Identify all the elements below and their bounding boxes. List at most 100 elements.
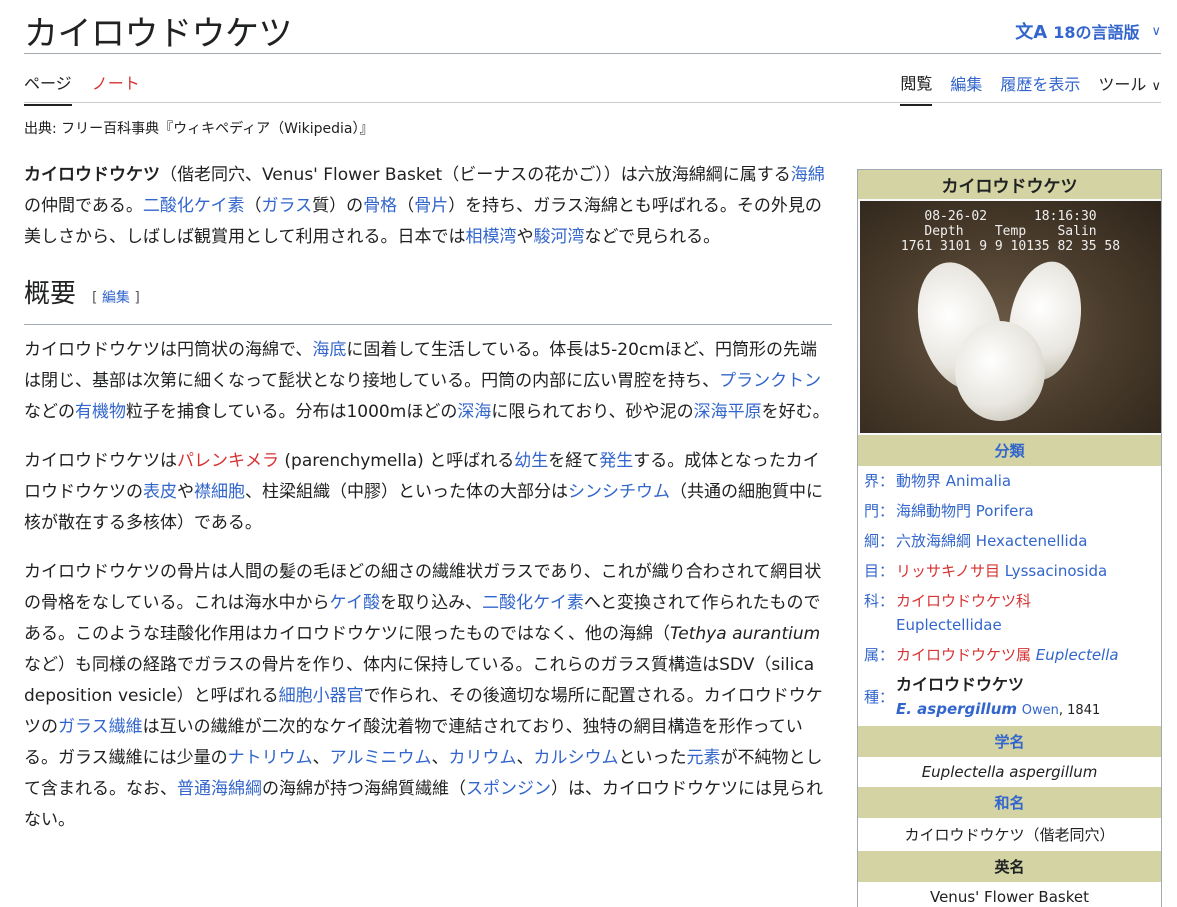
link-potassium[interactable]: カリウム bbox=[449, 748, 517, 768]
link-spicule[interactable]: 骨片 bbox=[414, 196, 448, 216]
rank-name-link[interactable]: 海綿動物門 bbox=[896, 502, 971, 520]
rank-value: 海綿動物門 Porifera bbox=[896, 499, 1155, 523]
tab-tools[interactable]: ツール ∨ bbox=[1098, 71, 1161, 105]
hud-line: 1761 3101 9 9 10135 82 35 58 bbox=[900, 239, 1121, 254]
link-suruga-bay[interactable]: 駿河湾 bbox=[534, 227, 585, 247]
rank-name-link[interactable]: カイロウドウケツ属 bbox=[896, 646, 1031, 664]
photo-hud: 08-26-02 18:16:30 Depth Temp Salin 1761 31… bbox=[860, 209, 1161, 254]
text: といった bbox=[618, 748, 687, 768]
link-aluminium[interactable]: アルミニウム bbox=[330, 748, 432, 768]
article-body: カイロウドウケツ（偕老同穴、Venus' Flower Basket（ビーナスの… bbox=[24, 160, 832, 854]
rank-sci-link[interactable]: Animalia bbox=[946, 472, 1011, 490]
hud-line: Depth Temp Salin bbox=[924, 224, 1097, 239]
link-seafloor[interactable]: 海底 bbox=[312, 340, 346, 360]
text: (parenchymella) と呼ばれる bbox=[279, 451, 515, 471]
text: を好む。 bbox=[761, 402, 830, 422]
translate-icon: 文A bbox=[1015, 22, 1048, 43]
text: 、 bbox=[431, 748, 449, 768]
link-silica-2[interactable]: 二酸化ケイ素 bbox=[482, 593, 584, 613]
rank-key: 種： bbox=[864, 688, 895, 706]
intro-bold-title: カイロウドウケツ bbox=[24, 165, 160, 185]
text: などで見られる。 bbox=[584, 227, 721, 247]
link-glass[interactable]: ガラス bbox=[262, 196, 313, 216]
link-sponge[interactable]: 海綿 bbox=[791, 165, 825, 185]
rank-key: 綱： bbox=[864, 532, 895, 550]
text: の海綿が持つ海綿質繊維（ bbox=[262, 779, 466, 799]
link-calcium[interactable]: カルシウム bbox=[534, 748, 619, 768]
text: （ bbox=[397, 196, 415, 216]
specimen-photo[interactable]: 08-26-02 18:16:30 Depth Temp Salin 1761 31… bbox=[860, 201, 1161, 433]
rank-name-link[interactable]: 動物界 bbox=[896, 472, 941, 490]
wamei-header[interactable]: 和名 bbox=[858, 787, 1161, 818]
link-choanocyte[interactable]: 襟細胞 bbox=[194, 482, 245, 502]
section-edit-link[interactable]: 編集 bbox=[102, 290, 130, 306]
language-button[interactable]: 文A 18の言語版 ∨ bbox=[1015, 18, 1161, 44]
taxobox-image-wrap: 08-26-02 18:16:30 Depth Temp Salin 1761 31… bbox=[858, 199, 1161, 435]
rank-key: 界： bbox=[864, 472, 895, 490]
overview-paragraph-1: カイロウドウケツは円筒状の海綿で、海底に固着して生活している。体長は5-20cm… bbox=[24, 335, 832, 428]
link-organelle[interactable]: 細胞小器官 bbox=[279, 686, 364, 706]
tab-talk[interactable]: ノート bbox=[92, 70, 140, 106]
rank-name-link[interactable]: カイロウドウケツ科 bbox=[896, 592, 1031, 610]
rank-sci-link[interactable]: Hexactenellida bbox=[976, 532, 1088, 550]
tabs-divider bbox=[24, 102, 1161, 103]
link-deep-sea[interactable]: 深海 bbox=[457, 402, 491, 422]
classification-ranks: 界： 動物界 Animalia 門： 海綿動物門 Porifera 綱： 六放海綿綱 He… bbox=[858, 466, 1161, 670]
text: に限られており、砂や泥の bbox=[491, 402, 694, 422]
rank-row: 科： カイロウドウケツ科 Euplectellidae bbox=[858, 586, 1161, 640]
text: や bbox=[516, 227, 534, 247]
link-syncytium[interactable]: シンシチウム bbox=[568, 482, 670, 502]
taxobox: カイロウドウケツ 08-26-02 18:16:30 Depth Temp Sal… bbox=[857, 169, 1162, 907]
sciname-value: Euplectella aspergillum bbox=[858, 757, 1161, 787]
text: 質）の bbox=[312, 196, 364, 216]
link-parenchymella[interactable]: パレンキメラ bbox=[177, 451, 279, 471]
link-epidermis[interactable]: 表皮 bbox=[143, 482, 177, 502]
tab-edit[interactable]: 編集 bbox=[950, 71, 982, 105]
rank-species: 種： カイロウドウケツ E. aspergillum Owen, 1841 bbox=[858, 670, 1161, 726]
rank-sci-link[interactable]: Euplectella bbox=[1036, 646, 1119, 664]
view-tabs: 閲覧 編集 履歴を表示 ツール ∨ bbox=[900, 70, 1161, 106]
link-sodium[interactable]: ナトリウム bbox=[228, 748, 313, 768]
species-sci-link[interactable]: E. aspergillum bbox=[896, 700, 1017, 718]
link-demospongiae[interactable]: 普通海綿綱 bbox=[177, 779, 262, 799]
rank-value: リッサキノサ目 Lyssacinosida bbox=[896, 559, 1155, 583]
text: や bbox=[177, 482, 194, 502]
link-development[interactable]: 発生 bbox=[599, 451, 633, 471]
title-divider bbox=[24, 53, 1161, 54]
rank-key: 目： bbox=[864, 562, 895, 580]
link-element[interactable]: 元素 bbox=[687, 748, 721, 768]
link-silica[interactable]: 二酸化ケイ素 bbox=[143, 196, 245, 216]
rank-row: 属： カイロウドウケツ属 Euplectella bbox=[858, 640, 1161, 670]
text: 、 bbox=[312, 748, 330, 768]
tab-read[interactable]: 閲覧 bbox=[900, 70, 933, 106]
tab-tools-label: ツール bbox=[1098, 75, 1147, 94]
link-glass-fiber[interactable]: ガラス繊維 bbox=[58, 717, 143, 737]
rank-sci-link[interactable]: Euplectellidae bbox=[896, 616, 1002, 634]
tab-history[interactable]: 履歴を表示 bbox=[1000, 71, 1080, 105]
link-larva[interactable]: 幼生 bbox=[514, 451, 548, 471]
classification-header[interactable]: 分類 bbox=[858, 435, 1161, 466]
link-spongin[interactable]: スポンジン bbox=[466, 779, 551, 799]
species-author-link[interactable]: Owen bbox=[1022, 703, 1059, 718]
hud-line: 08-26-02 18:16:30 bbox=[924, 209, 1097, 224]
link-organic[interactable]: 有機物 bbox=[75, 402, 126, 422]
namespace-tabs: ページ ノート bbox=[24, 70, 140, 106]
rank-name-link[interactable]: リッサキノサ目 bbox=[896, 562, 1000, 580]
rank-sci-link[interactable]: Porifera bbox=[976, 502, 1034, 520]
link-sagami-bay[interactable]: 相模湾 bbox=[466, 227, 517, 247]
link-abyssal-plain[interactable]: 深海平原 bbox=[694, 402, 762, 422]
text: 、柱梁組織（中膠）といった体の大部分は bbox=[245, 482, 568, 502]
overview-paragraph-3: カイロウドウケツの骨片は人間の髪の毛ほどの細さの繊維状ガラスであり、これが織り合… bbox=[24, 557, 832, 836]
tab-page[interactable]: ページ bbox=[24, 70, 72, 106]
link-silicic-acid[interactable]: ケイ酸 bbox=[330, 593, 381, 613]
page-title: カイロウドウケツ bbox=[24, 14, 293, 54]
chevron-down-icon: ∨ bbox=[1151, 79, 1161, 94]
sciname-header[interactable]: 学名 bbox=[858, 726, 1161, 757]
link-skeleton[interactable]: 骨格 bbox=[363, 196, 397, 216]
rank-key: 科： bbox=[864, 592, 895, 610]
wamei-value: カイロウドウケツ（偕老同穴） bbox=[858, 818, 1161, 851]
rank-sci-link[interactable]: Lyssacinosida bbox=[1005, 562, 1107, 580]
rank-value: カイロウドウケツ E. aspergillum Owen, 1841 bbox=[896, 673, 1155, 723]
link-plankton[interactable]: プランクトン bbox=[719, 371, 821, 391]
rank-name-link[interactable]: 六放海綿綱 bbox=[896, 532, 971, 550]
